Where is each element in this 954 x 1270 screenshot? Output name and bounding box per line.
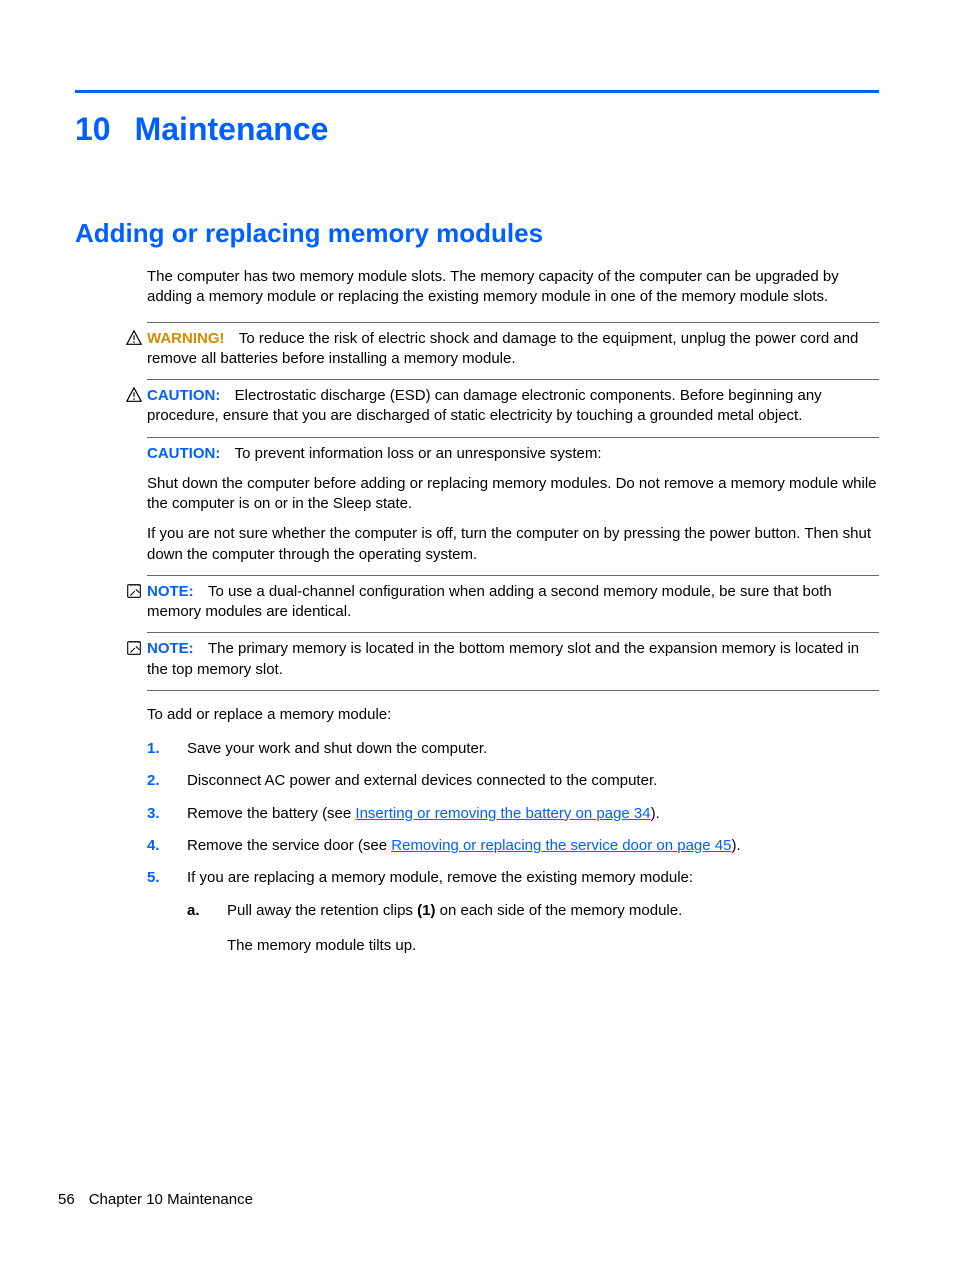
note-icon (125, 639, 143, 657)
step-5: If you are replacing a memory module, re… (147, 868, 879, 957)
chapter-name: Maintenance (135, 111, 329, 147)
chapter-title: 10 Maintenance (75, 111, 879, 148)
chapter-number: 10 (75, 111, 111, 147)
note-label-1: NOTE: (147, 583, 194, 600)
caution-text-2: To prevent information loss or an unresp… (235, 445, 602, 462)
chapter-rule (75, 90, 879, 93)
caution-text-2c: If you are not sure whether the computer… (147, 524, 879, 565)
caution-label: CAUTION: (147, 387, 220, 404)
footer-text: Chapter 10 Maintenance (89, 1191, 253, 1208)
caution-callout-2: CAUTION: To prevent information loss or … (147, 438, 879, 576)
step-1: Save your work and shut down the compute… (147, 739, 879, 759)
link-battery[interactable]: Inserting or removing the battery on pag… (355, 805, 650, 822)
note-icon (125, 582, 143, 600)
note-callout-2: NOTE: The primary memory is located in t… (147, 633, 879, 691)
step-2: Disconnect AC power and external devices… (147, 771, 879, 791)
section-title: Adding or replacing memory modules (75, 218, 879, 249)
page-footer: 56 Chapter 10 Maintenance (58, 1191, 253, 1208)
substep-a: a. Pull away the retention clips (1) on … (187, 900, 879, 957)
body: The computer has two memory module slots… (147, 267, 879, 957)
note-text-1: To use a dual-channel configuration when… (147, 583, 832, 620)
caution-text: Electrostatic discharge (ESD) can damage… (147, 387, 822, 424)
warning-text: To reduce the risk of electric shock and… (147, 330, 858, 367)
warning-callout: WARNING! To reduce the risk of electric … (147, 322, 879, 381)
intro-paragraph: The computer has two memory module slots… (147, 267, 879, 308)
warning-icon (125, 329, 143, 347)
step-3: Remove the battery (see Inserting or rem… (147, 804, 879, 824)
warning-label: WARNING! (147, 330, 225, 347)
caution-icon (125, 386, 143, 404)
substeps-list: a. Pull away the retention clips (1) on … (187, 900, 879, 957)
caution-label-2: CAUTION: (147, 445, 220, 462)
page-number: 56 (58, 1191, 75, 1208)
note-text-2: The primary memory is located in the bot… (147, 640, 859, 677)
note-label-2: NOTE: (147, 640, 194, 657)
substep-a-followup: The memory module tilts up. (227, 935, 879, 958)
lead-paragraph: To add or replace a memory module: (147, 705, 879, 725)
link-service-door[interactable]: Removing or replacing the service door o… (391, 837, 731, 854)
caution-text-2b: Shut down the computer before adding or … (147, 474, 879, 515)
steps-list: Save your work and shut down the compute… (147, 739, 879, 957)
step-4: Remove the service door (see Removing or… (147, 836, 879, 856)
caution-callout-1: CAUTION: Electrostatic discharge (ESD) c… (147, 380, 879, 438)
note-callout-1: NOTE: To use a dual-channel configuratio… (147, 576, 879, 634)
